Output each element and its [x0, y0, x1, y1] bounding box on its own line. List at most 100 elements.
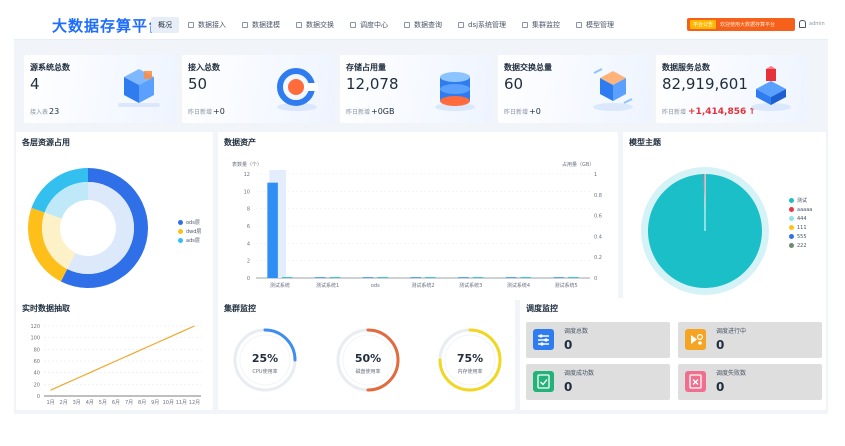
dashboard-page: 大数据存算平台 概况 数据接入 数据建模 数据交换 调度中心 数据查询 dsj系… [14, 10, 828, 414]
legend-item: ads层 [178, 236, 201, 245]
legend-label: ods层 [186, 220, 200, 226]
x-tick-label: 6月 [112, 400, 120, 406]
platform-title: 大数据存算平台 [52, 17, 165, 35]
model-legend: 测试 aaaaa 444 111 555 222 [789, 196, 812, 250]
legend-label: 测试 [797, 198, 808, 204]
x-tick-label: 测试系统5 [555, 282, 578, 289]
stat-sub-value: +0GB [371, 107, 395, 116]
nav-item-schedule-center[interactable]: 调度中心 [343, 17, 395, 33]
nav-label: 模型管理 [586, 21, 615, 29]
nav-item-data-modeling[interactable]: 数据建模 [235, 17, 287, 33]
grid-icon [188, 22, 194, 28]
user-name[interactable]: admin [809, 21, 825, 27]
y2-tick-label: 0.6 [594, 214, 602, 220]
stat-sub-value: 23 [49, 107, 60, 116]
nav-label: 数据建模 [252, 21, 280, 29]
stat-sub-label: 接入表 [30, 109, 49, 116]
y-tick-label: 120 [30, 324, 40, 330]
nav-item-system-admin[interactable]: dsj系统管理 [451, 17, 513, 33]
schedule-label: 调度成功数 [564, 370, 595, 377]
top-header: 大数据存算平台 概况 数据接入 数据建模 数据交换 调度中心 数据查询 dsj系… [14, 10, 828, 40]
bell-icon[interactable] [799, 20, 806, 28]
grid-icon [458, 22, 464, 28]
legend-label: 111 [797, 224, 807, 231]
stat-card-exchange: 数据交换总量 60 昨日新增+0 [498, 55, 650, 123]
y2-tick-label: 0.2 [594, 255, 602, 261]
nav-label: 调度中心 [360, 21, 388, 29]
nav-item-data-exchange[interactable]: 数据交换 [289, 17, 341, 33]
exchange-cube-icon [593, 68, 633, 111]
stat-value: 82,919,601 [662, 75, 748, 93]
nav-item-model-manage[interactable]: 模型管理 [569, 17, 621, 33]
stat-sub-label: 昨日新增 [346, 109, 371, 116]
x-tick-label: 9月 [151, 400, 159, 406]
schedule-panel: 调度监控 调度总数 0 调度进行中 0 调度成功数 0 调度失败数 0 [520, 298, 826, 410]
x-tick-label: 测试系统4 [507, 282, 530, 289]
legend-item: 555 [789, 232, 812, 241]
bar-占用量-ods [377, 277, 388, 278]
nav-item-data-access[interactable]: 数据接入 [181, 17, 233, 33]
y-tick-label: 0 [37, 394, 40, 400]
resource-panel: 各层资源占用 ods层 dwd层 ads层 [16, 132, 213, 300]
stat-sub-label: 昨日新增 [662, 109, 687, 116]
database-icon [435, 72, 475, 111]
gauge-label: CPU使用率 [252, 368, 277, 375]
legend-label: dwd层 [186, 229, 202, 235]
nav-item-cluster-monitor[interactable]: 集群监控 [515, 17, 567, 33]
stat-title: 数据交换总量 [504, 63, 552, 72]
legend-label: 222 [797, 242, 807, 249]
series-line [50, 325, 195, 391]
legend-label: aaaaa [797, 206, 813, 213]
bar-表数量-测试系统 [267, 182, 278, 278]
notice-banner[interactable]: 平台公告 欢迎使用大数据存算平台 [687, 18, 795, 31]
model-panel: 模型主题 测试 aaaaa 444 111 555 222 [623, 132, 826, 300]
y-tick-label: 40 [34, 371, 40, 377]
y-tick-label: 80 [34, 347, 40, 353]
gauge-label: 磁盘使用率 [355, 368, 380, 375]
stat-title: 源系统总数 [30, 63, 70, 72]
legend-item: aaaaa [789, 205, 812, 214]
legend-item: ods层 [178, 218, 201, 227]
stat-sub: 昨日新增+0 [504, 107, 541, 116]
nav-label: 集群监控 [532, 21, 561, 29]
legend-dot [178, 229, 183, 234]
schedule-running-card[interactable]: 调度进行中 0 [678, 322, 822, 358]
y-tick-label: 60 [34, 359, 40, 365]
legend-dot [789, 207, 794, 212]
schedule-value: 0 [564, 338, 573, 352]
doc-check-icon [533, 371, 554, 392]
y-tick-label: 4 [247, 241, 250, 247]
legend-dot [789, 243, 794, 248]
legend-dot [789, 216, 794, 221]
bar-占用量-测试系统4 [520, 277, 531, 278]
grid-icon [296, 22, 302, 28]
resource-donut-chart [27, 168, 148, 288]
stat-title: 接入总数 [188, 63, 220, 72]
realtime-line-chart: 0 20 40 60 80 100 120 1月 2月 3月 4月 5月 6月 7月 8月 9月 10月 11月 1… [30, 324, 201, 406]
nav-label: dsj系统管理 [468, 21, 507, 29]
stat-sub-value: +1,414,856 [688, 107, 747, 117]
schedule-failed-card[interactable]: 调度失败数 0 [678, 364, 822, 400]
legend-label: ads层 [186, 238, 200, 244]
nav-item-overview[interactable]: 概况 [151, 17, 179, 33]
x-tick-label: 测试系统2 [411, 282, 434, 289]
y-tick-label: 6 [247, 224, 250, 230]
y2-tick-label: 1 [594, 172, 597, 178]
schedule-success-card[interactable]: 调度成功数 0 [526, 364, 670, 400]
grid-icon [242, 22, 248, 28]
resource-legend: ods层 dwd层 ads层 [178, 218, 201, 245]
x-tick-label: 测试系统 [270, 282, 290, 289]
grid-icon [522, 22, 529, 28]
legend-label: 555 [797, 233, 807, 240]
legend-dot [789, 225, 794, 230]
stat-sub-label: 昨日新增 [504, 109, 529, 116]
legend-dot [178, 238, 183, 243]
schedule-value: 0 [716, 380, 725, 394]
nav-item-data-query[interactable]: 数据查询 [397, 17, 449, 33]
y-tick-label: 10 [244, 189, 250, 195]
legend-dot [789, 234, 794, 239]
gauge-value: 25% [252, 352, 278, 365]
cube-stack-icon [118, 69, 160, 107]
stat-sub: 昨日新增+0GB [346, 107, 395, 116]
schedule-total-card[interactable]: 调度总数 0 [526, 322, 670, 358]
